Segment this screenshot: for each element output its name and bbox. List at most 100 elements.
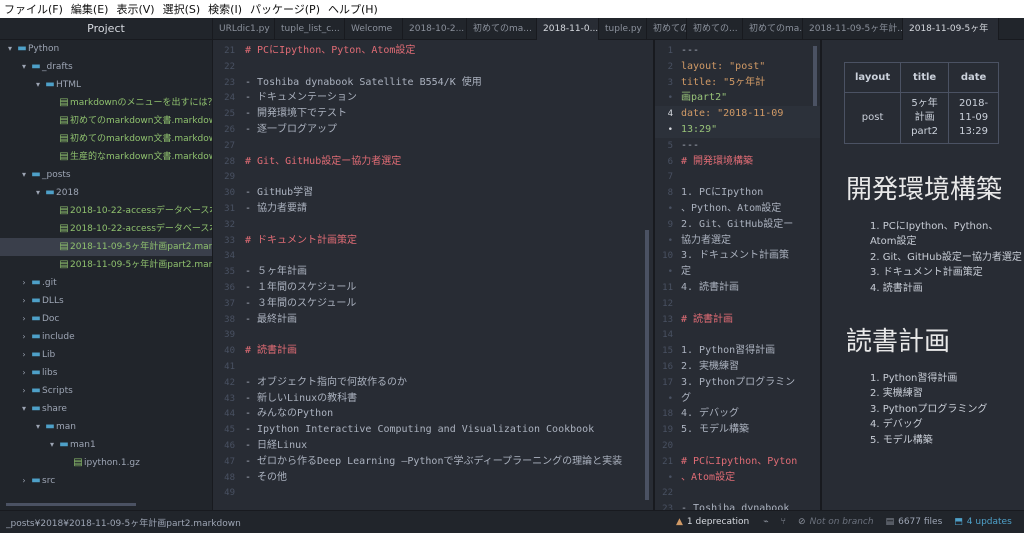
editor-main[interactable]: 21 # PCにIpython、Pyton、Atom設定 22 23 - Toshiba… xyxy=(213,40,655,510)
editor-tab[interactable]: tuple_list_c... xyxy=(275,18,345,40)
tree-item[interactable]: › ▬Lib xyxy=(0,346,212,364)
code-line[interactable]: 20 xyxy=(655,438,820,454)
code-line[interactable]: 31 - 協力者要請 xyxy=(213,201,653,217)
code-line[interactable]: • 協力者選定 xyxy=(655,233,820,249)
code-line[interactable]: • 13:29" xyxy=(655,121,820,138)
code-line[interactable]: 22 xyxy=(655,485,820,501)
code-line[interactable]: 16 2. 実機練習 xyxy=(655,359,820,375)
tree-item[interactable]: › ▬src xyxy=(0,472,212,490)
code-line[interactable]: 49 xyxy=(213,485,653,501)
code-line[interactable]: 21 # PCにIpython、Pyton xyxy=(655,454,820,470)
tree-item[interactable]: ▾ ▬share xyxy=(0,400,212,418)
code-line[interactable]: 27 xyxy=(213,138,653,154)
code-line[interactable]: 24 - ドキュメンテーション xyxy=(213,90,653,106)
editor-tab[interactable]: 初めてのma... xyxy=(743,18,803,40)
tree-item[interactable]: ▤初めてのmarkdown文書.markdown.html xyxy=(0,130,212,148)
tree-item[interactable]: › ▬DLLs xyxy=(0,292,212,310)
tree-item[interactable]: › ▬Scripts xyxy=(0,382,212,400)
code-line[interactable]: 7 xyxy=(655,169,820,185)
tree-item[interactable]: ▤2018-11-09-5ヶ年計画part2.markdown xyxy=(0,238,212,256)
tree-item[interactable]: › ▬.git xyxy=(0,274,212,292)
tree-item[interactable]: ▾ ▬man1 xyxy=(0,436,212,454)
code-line[interactable]: 14 xyxy=(655,327,820,343)
code-line[interactable]: 34 xyxy=(213,248,653,264)
code-line[interactable]: • グ xyxy=(655,391,820,407)
editor-tab[interactable]: 2018-11-09-5ヶ年 xyxy=(903,18,999,40)
editor-tab[interactable]: URLdic1.py xyxy=(213,18,275,40)
menu-item[interactable]: 検索(I) xyxy=(204,1,246,17)
code-line[interactable]: 33 # ドキュメント計画策定 xyxy=(213,233,653,249)
editor-tab[interactable]: tuple.py xyxy=(599,18,647,40)
code-line[interactable]: 3 title: "5ヶ年計 xyxy=(655,75,820,91)
editor-tab[interactable]: 2018-11-0... xyxy=(537,18,599,40)
code-line[interactable]: 23 - Toshiba dynabook xyxy=(655,501,820,510)
code-line[interactable]: 9 2. Git、GitHub設定ー xyxy=(655,217,820,233)
code-line[interactable]: 15 1. Python習得計画 xyxy=(655,343,820,359)
code-line[interactable]: 26 - 逐一ブログアップ xyxy=(213,122,653,138)
editor-scrollbar[interactable] xyxy=(645,230,649,500)
code-line[interactable]: 17 3. Pythonプログラミン xyxy=(655,375,820,391)
menu-item[interactable]: パッケージ(P) xyxy=(246,1,324,17)
code-line[interactable]: 28 # Git、GitHub設定ー協力者選定 xyxy=(213,154,653,170)
code-line[interactable]: 22 xyxy=(213,59,653,75)
tree-item[interactable]: ▾ ▬_posts xyxy=(0,166,212,184)
file-path[interactable]: _posts¥2018¥2018-11-09-5ヶ年計画part2.markdo… xyxy=(6,516,406,529)
tree-item[interactable]: ▾ ▬HTML xyxy=(0,76,212,94)
tree-item[interactable]: ▾ ▬_drafts xyxy=(0,58,212,76)
code-line[interactable]: 39 xyxy=(213,327,653,343)
code-line[interactable]: 23 - Toshiba dynabook Satellite B554/K 使用 xyxy=(213,75,653,91)
code-line[interactable]: 32 xyxy=(213,217,653,233)
code-line[interactable]: 13 # 読書計画 xyxy=(655,312,820,328)
code-line[interactable]: 21 # PCにIpython、Pyton、Atom設定 xyxy=(213,43,653,59)
code-line[interactable]: 42 - オブジェクト指向で何故作るのか xyxy=(213,375,653,391)
code-line[interactable]: 30 - GitHub学習 xyxy=(213,185,653,201)
code-line[interactable]: 1 --- xyxy=(655,43,820,59)
menu-item[interactable]: ヘルプ(H) xyxy=(324,1,382,17)
code-line[interactable]: 5 --- xyxy=(655,138,820,154)
code-line[interactable]: 45 - Ipython Interactive Computing and Vi… xyxy=(213,422,653,438)
code-line[interactable]: • 、Python、Atom設定 xyxy=(655,201,820,217)
code-line[interactable]: • 、Atom設定 xyxy=(655,470,820,486)
tree-item[interactable]: ▤ipython.1.gz xyxy=(0,454,212,472)
tree-item[interactable]: ▤初めてのmarkdown文書.markdown xyxy=(0,112,212,130)
code-line[interactable]: 40 # 読書計画 xyxy=(213,343,653,359)
tree-item[interactable]: › ▬include xyxy=(0,328,212,346)
code-line[interactable]: 29 xyxy=(213,169,653,185)
editor-tab[interactable]: 初めてのma... xyxy=(467,18,537,40)
branch-status[interactable]: Not on branch xyxy=(810,517,874,527)
editor-tab[interactable]: 初めての... xyxy=(647,18,687,40)
menu-item[interactable]: 表示(V) xyxy=(112,1,158,17)
menu-item[interactable]: 選択(S) xyxy=(159,1,205,17)
tree-item[interactable]: ▾ ▬2018 xyxy=(0,184,212,202)
menu-item[interactable]: ファイル(F) xyxy=(0,1,67,17)
menu-item[interactable]: 編集(E) xyxy=(67,1,113,17)
code-line[interactable]: 11 4. 読書計画 xyxy=(655,280,820,296)
editor-secondary[interactable]: 1 --- 2 layout: "post" 3 title: "5ヶ年計 • 画part2"… xyxy=(655,40,822,510)
code-line[interactable]: 12 xyxy=(655,296,820,312)
code-line[interactable]: 8 1. PCにIpython xyxy=(655,185,820,201)
file-count[interactable]: 6677 files xyxy=(898,517,942,527)
tree-item[interactable]: › ▬libs xyxy=(0,364,212,382)
code-line[interactable]: 35 - ５ヶ年計画 xyxy=(213,264,653,280)
code-line[interactable]: 44 - みんなのPython xyxy=(213,406,653,422)
code-line[interactable]: 6 # 開発環境構築 xyxy=(655,154,820,170)
code-line[interactable]: • 定 xyxy=(655,264,820,280)
tree-item[interactable]: ▤2018-10-22-accessデータベース本格作成 xyxy=(0,220,212,238)
code-line[interactable]: 10 3. ドキュメント計画策 xyxy=(655,248,820,264)
code-line[interactable]: 18 4. デバッグ xyxy=(655,406,820,422)
code-line[interactable]: 37 - ３年間のスケジュール xyxy=(213,296,653,312)
code-line[interactable]: 19 5. モデル構築 xyxy=(655,422,820,438)
broadcast-icon[interactable]: ⌁ xyxy=(763,517,768,527)
code-line[interactable]: 4 date: "2018-11-09 xyxy=(655,106,820,122)
editor-tab[interactable]: 2018-10-2... xyxy=(403,18,467,40)
code-line[interactable]: 36 - １年間のスケジュール xyxy=(213,280,653,296)
tree-item[interactable]: ▤2018-11-09-5ヶ年計画part2.markdown xyxy=(0,256,212,274)
code-line[interactable]: 48 - その他 xyxy=(213,470,653,486)
code-line[interactable]: 47 - ゼロから作るDeep Learning ―Pythonで学ぶディープラー… xyxy=(213,454,653,470)
editor-tab[interactable]: Welcome xyxy=(345,18,403,40)
code-line[interactable]: 41 xyxy=(213,359,653,375)
code-line[interactable]: 38 - 最終計画 xyxy=(213,312,653,328)
editor-tab[interactable]: 初めての... xyxy=(687,18,743,40)
tree-item[interactable]: › ▬Doc xyxy=(0,310,212,328)
tree-item[interactable]: ▤markdownのメニューを出すには？.markdown xyxy=(0,94,212,112)
